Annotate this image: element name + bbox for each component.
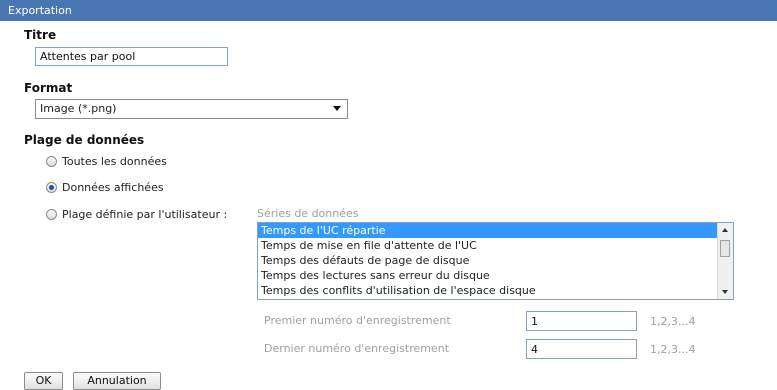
radio-user-range[interactable]: Plage définie par l'utilisateur : (46, 208, 227, 221)
title-input[interactable] (35, 47, 228, 66)
radio-user-range-label: Plage définie par l'utilisateur : (62, 208, 228, 221)
cancel-button[interactable]: Annulation (73, 372, 161, 390)
dialog-titlebar: Exportation (0, 0, 777, 21)
scroll-thumb[interactable] (720, 240, 730, 257)
format-label: Format (24, 81, 73, 95)
ok-button[interactable]: OK (24, 372, 63, 390)
radio-all-data-label: Toutes les données (62, 155, 167, 168)
format-select-value: Image (*.png) (40, 102, 117, 115)
dialog-title: Exportation (8, 4, 72, 17)
radio-button-icon[interactable] (46, 156, 57, 167)
series-list-item[interactable]: Temps des défauts de page de disque (258, 253, 733, 268)
radio-button-checked-icon[interactable] (46, 182, 57, 193)
scroll-down-icon[interactable] (722, 290, 728, 294)
title-label: Titre (24, 28, 57, 42)
first-record-hint: 1,2,3...4 (650, 315, 696, 328)
first-record-input[interactable] (526, 311, 637, 331)
series-caption: Séries de données (257, 207, 359, 220)
last-record-input[interactable] (526, 339, 637, 359)
series-list-item[interactable]: Temps de mise en file d'attente de l'UC (258, 238, 733, 253)
radio-button-icon[interactable] (46, 209, 57, 220)
series-list-item[interactable]: Temps des lectures sans erreur du disque (258, 268, 733, 283)
radio-all-data[interactable]: Toutes les données (46, 155, 167, 168)
radio-displayed-data-label: Données affichées (62, 181, 164, 194)
scroll-up-icon[interactable] (722, 228, 728, 232)
first-record-label: Premier numéro d'enregistrement (264, 314, 451, 327)
format-select[interactable]: Image (*.png) (35, 99, 348, 119)
series-list-item[interactable]: Temps de l'UC répartie (258, 223, 733, 238)
series-scrollbar[interactable] (717, 223, 733, 299)
chevron-down-icon (333, 106, 341, 111)
last-record-label: Dernier numéro d'enregistrement (264, 342, 450, 355)
last-record-hint: 1,2,3...4 (650, 343, 696, 356)
series-list-item[interactable]: Temps des conflits d'utilisation de l'es… (258, 283, 733, 298)
series-listbox[interactable]: Temps de l'UC répartie Temps de mise en … (257, 222, 734, 300)
radio-displayed-data[interactable]: Données affichées (46, 181, 164, 194)
range-label: Plage de données (24, 133, 145, 147)
